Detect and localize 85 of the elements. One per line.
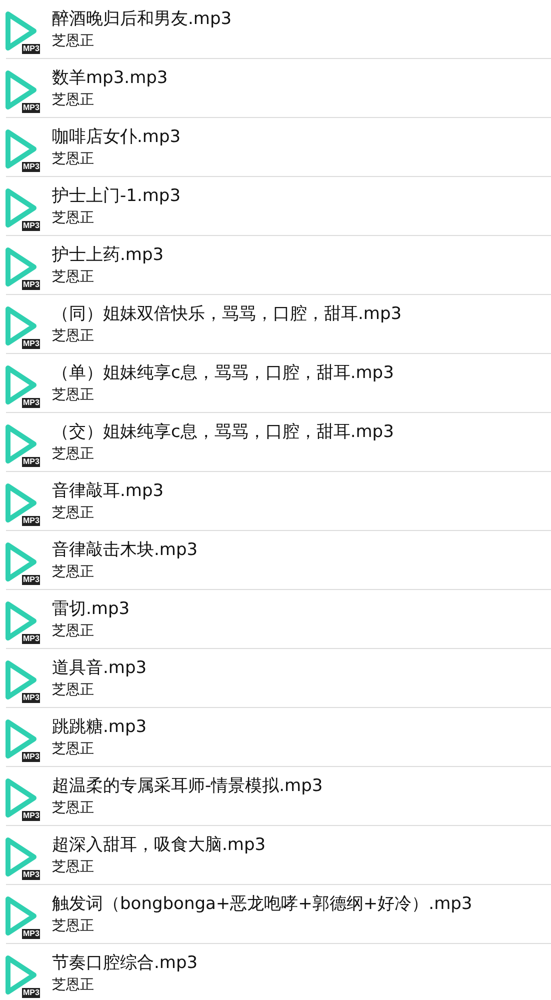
track-title: （单）姐妹纯享c息，骂骂，口腔，甜耳.mp3 [52, 362, 394, 384]
track-title: 数羊mp3.mp3 [52, 67, 168, 89]
track-artist: 芝恩正 [52, 976, 95, 994]
track-title: 护士上药.mp3 [52, 244, 164, 266]
track-title: 护士上门-1.mp3 [52, 185, 181, 207]
track-artist: 芝恩正 [52, 327, 95, 345]
track-item[interactable]: MP3 超温柔的专属采耳师-情景模拟.mp3 芝恩正 [6, 767, 551, 826]
track-artist: 芝恩正 [52, 445, 95, 463]
play-icon [4, 10, 38, 52]
track-item[interactable]: MP3 数羊mp3.mp3 芝恩正 [6, 59, 551, 118]
mp3-badge: MP3 [22, 398, 40, 408]
play-icon [4, 364, 38, 406]
play-icon [4, 187, 38, 229]
track-artist: 芝恩正 [52, 681, 95, 699]
mp3-badge: MP3 [22, 634, 40, 644]
track-title: 醉酒晚归后和男友.mp3 [52, 8, 232, 30]
track-item[interactable]: MP3 道具音.mp3 芝恩正 [6, 649, 551, 708]
track-artist: 芝恩正 [52, 563, 95, 581]
track-artist: 芝恩正 [52, 386, 95, 404]
track-item[interactable]: MP3 跳跳糖.mp3 芝恩正 [6, 708, 551, 767]
track-item[interactable]: MP3 （单）姐妹纯享c息，骂骂，口腔，甜耳.mp3 芝恩正 [6, 354, 551, 413]
play-icon [4, 600, 38, 642]
track-title: 咖啡店女仆.mp3 [52, 126, 181, 148]
track-title: 触发词（bongbonga+恶龙咆哮+郭德纲+好冷）.mp3 [52, 893, 472, 915]
track-item[interactable]: MP3 （交）姐妹纯享c息，骂骂，口腔，甜耳.mp3 芝恩正 [6, 413, 551, 472]
track-title: （交）姐妹纯享c息，骂骂，口腔，甜耳.mp3 [52, 421, 394, 443]
mp3-badge: MP3 [22, 103, 40, 113]
play-icon [4, 777, 38, 819]
track-artist: 芝恩正 [52, 799, 95, 817]
track-artist: 芝恩正 [52, 32, 95, 50]
track-artist: 芝恩正 [52, 268, 95, 286]
mp3-badge: MP3 [22, 280, 40, 290]
mp3-badge: MP3 [22, 929, 40, 939]
track-item[interactable]: MP3 护士上药.mp3 芝恩正 [6, 236, 551, 295]
track-item[interactable]: MP3 超深入甜耳，吸食大脑.mp3 芝恩正 [6, 826, 551, 885]
mp3-badge: MP3 [22, 811, 40, 821]
mp3-badge: MP3 [22, 339, 40, 349]
play-icon [4, 836, 38, 878]
play-icon [4, 482, 38, 524]
track-item[interactable]: MP3 雷切.mp3 芝恩正 [6, 590, 551, 649]
track-artist: 芝恩正 [52, 740, 95, 758]
play-icon [4, 954, 38, 996]
track-item[interactable]: MP3 节奏口腔综合.mp3 芝恩正 [6, 944, 551, 1000]
play-icon [4, 305, 38, 347]
play-icon [4, 128, 38, 170]
play-icon [4, 246, 38, 288]
track-artist: 芝恩正 [52, 917, 95, 935]
mp3-badge: MP3 [22, 44, 40, 54]
track-title: 节奏口腔综合.mp3 [52, 952, 198, 974]
track-item[interactable]: MP3 护士上门-1.mp3 芝恩正 [6, 177, 551, 236]
track-item[interactable]: MP3 触发词（bongbonga+恶龙咆哮+郭德纲+好冷）.mp3 芝恩正 [6, 885, 551, 944]
track-item[interactable]: MP3 （同）姐妹双倍快乐，骂骂，口腔，甜耳.mp3 芝恩正 [6, 295, 551, 354]
track-title: 超深入甜耳，吸食大脑.mp3 [52, 834, 266, 856]
track-title: 雷切.mp3 [52, 598, 130, 620]
play-icon [4, 423, 38, 465]
play-icon [4, 659, 38, 701]
mp3-badge: MP3 [22, 575, 40, 585]
play-icon [4, 69, 38, 111]
mp3-badge: MP3 [22, 752, 40, 762]
mp3-badge: MP3 [22, 870, 40, 880]
track-item[interactable]: MP3 醉酒晚归后和男友.mp3 芝恩正 [6, 0, 551, 59]
mp3-badge: MP3 [22, 693, 40, 703]
track-artist: 芝恩正 [52, 209, 95, 227]
track-item[interactable]: MP3 音律敲耳.mp3 芝恩正 [6, 472, 551, 531]
track-title: 跳跳糖.mp3 [52, 716, 147, 738]
track-title: 音律敲击木块.mp3 [52, 539, 198, 561]
track-title: （同）姐妹双倍快乐，骂骂，口腔，甜耳.mp3 [52, 303, 402, 325]
track-artist: 芝恩正 [52, 91, 95, 109]
track-title: 音律敲耳.mp3 [52, 480, 164, 502]
track-item[interactable]: MP3 音律敲击木块.mp3 芝恩正 [6, 531, 551, 590]
play-icon [4, 718, 38, 760]
mp3-badge: MP3 [22, 988, 40, 998]
track-item[interactable]: MP3 咖啡店女仆.mp3 芝恩正 [6, 118, 551, 177]
track-artist: 芝恩正 [52, 622, 95, 640]
mp3-badge: MP3 [22, 221, 40, 231]
play-icon [4, 895, 38, 937]
track-title: 道具音.mp3 [52, 657, 147, 679]
track-title: 超温柔的专属采耳师-情景模拟.mp3 [52, 775, 323, 797]
mp3-badge: MP3 [22, 457, 40, 467]
track-artist: 芝恩正 [52, 858, 95, 876]
track-artist: 芝恩正 [52, 504, 95, 522]
mp3-badge: MP3 [22, 162, 40, 172]
track-artist: 芝恩正 [52, 150, 95, 168]
play-icon [4, 541, 38, 583]
mp3-badge: MP3 [22, 516, 40, 526]
